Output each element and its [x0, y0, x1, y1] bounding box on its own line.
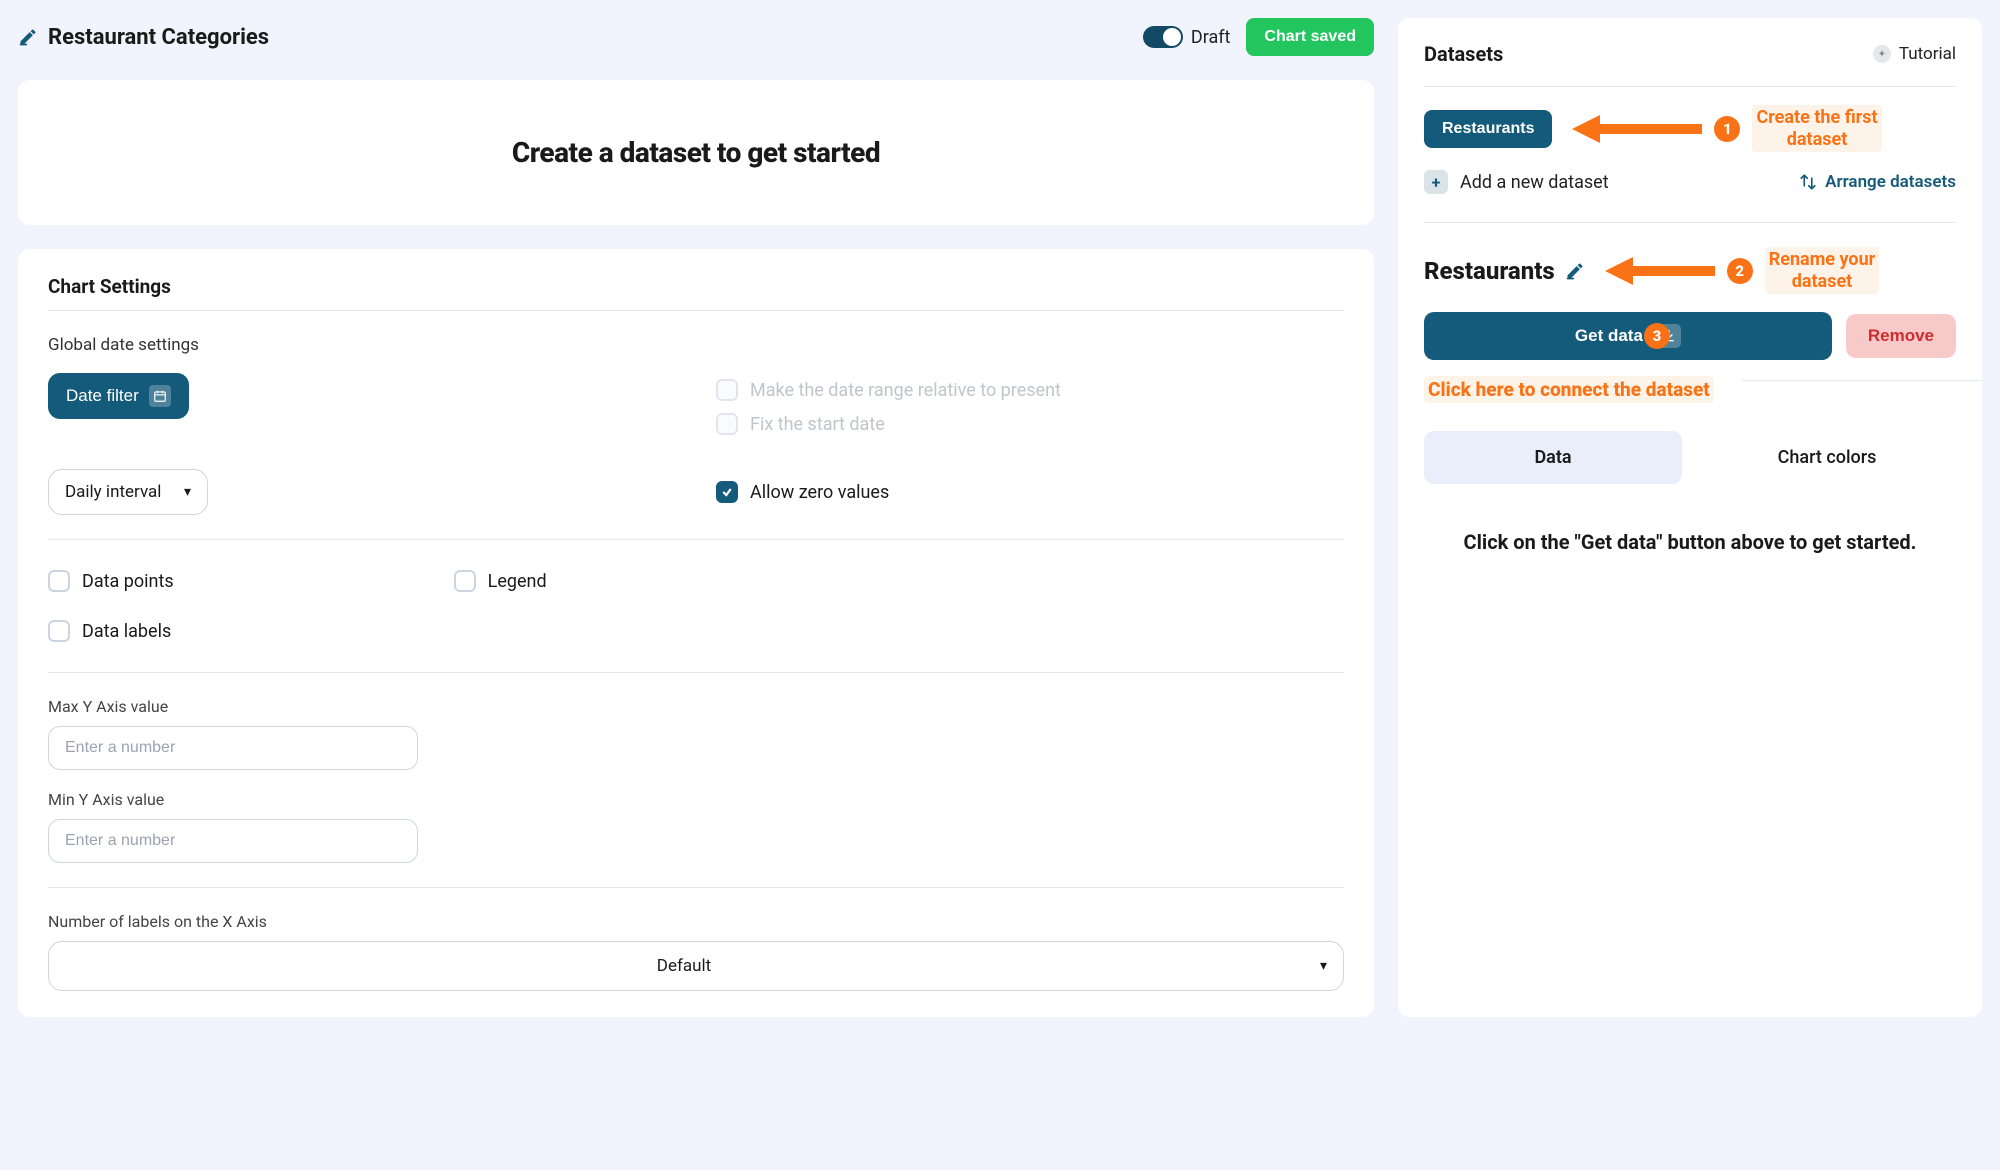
max-y-label: Max Y Axis value — [48, 697, 1344, 716]
min-y-input[interactable] — [48, 819, 418, 863]
empty-state-message: Click on the "Get data" button above to … — [1424, 530, 1956, 554]
tab-chart-colors[interactable]: Chart colors — [1698, 431, 1956, 484]
tab-data[interactable]: Data — [1424, 431, 1682, 484]
fix-start-option: Fix the start date — [716, 407, 1344, 441]
arrange-label: Arrange datasets — [1825, 172, 1956, 192]
remove-dataset-button[interactable]: Remove — [1846, 314, 1956, 358]
checkbox-icon — [716, 379, 738, 401]
data-points-label: Data points — [82, 571, 174, 592]
tutorial-icon: ✦ — [1873, 45, 1891, 63]
checkbox-icon — [48, 570, 70, 592]
xaxis-labels-label: Number of labels on the X Axis — [48, 912, 1344, 931]
global-date-label: Global date settings — [48, 335, 1344, 355]
relative-date-option: Make the date range relative to present — [716, 373, 1344, 407]
chart-saved-button[interactable]: Chart saved — [1246, 18, 1374, 56]
rename-dataset-icon[interactable] — [1565, 261, 1585, 281]
legend-label: Legend — [488, 571, 547, 592]
sort-icon — [1799, 173, 1817, 191]
draft-toggle[interactable] — [1143, 26, 1183, 48]
xaxis-labels-select[interactable]: Default ▾ — [48, 941, 1344, 991]
page-title: Restaurant Categories — [48, 25, 269, 50]
pencil-icon[interactable] — [18, 27, 38, 47]
add-dataset-label: Add a new dataset — [1460, 172, 1609, 193]
chevron-down-icon: ▾ — [1320, 958, 1327, 974]
tutorial-link[interactable]: ✦ Tutorial — [1873, 44, 1956, 64]
checkbox-icon — [48, 620, 70, 642]
callout-2-text: Rename your dataset — [1765, 247, 1880, 294]
chart-settings-card: Chart Settings Global date settings Date… — [18, 249, 1374, 1017]
callout-1-text: Create the first dataset — [1752, 105, 1881, 152]
date-filter-label: Date filter — [66, 386, 139, 406]
dataset-name: Restaurants — [1424, 257, 1555, 285]
chart-settings-title: Chart Settings — [48, 275, 1344, 298]
data-points-option[interactable]: Data points — [48, 564, 174, 598]
min-y-label: Min Y Axis value — [48, 790, 1344, 809]
max-y-input[interactable] — [48, 726, 418, 770]
tutorial-label: Tutorial — [1899, 44, 1956, 64]
datasets-title: Datasets — [1424, 42, 1503, 66]
arrow-left-icon — [1572, 111, 1702, 147]
data-labels-option[interactable]: Data labels — [48, 614, 174, 648]
page-title-wrap: Restaurant Categories — [18, 25, 269, 50]
callout-1: 1 Create the first dataset — [1572, 105, 1881, 152]
get-data-label: Get data — [1575, 326, 1643, 346]
interval-select[interactable]: Daily interval ▾ — [48, 469, 208, 515]
legend-option[interactable]: Legend — [454, 564, 547, 598]
step-badge-2: 2 — [1727, 258, 1753, 284]
get-data-button[interactable]: Get data — [1424, 312, 1832, 360]
relative-date-label: Make the date range relative to present — [750, 380, 1061, 401]
callout-2: 2 Rename your dataset — [1605, 247, 1880, 294]
arrange-datasets-link[interactable]: Arrange datasets — [1799, 172, 1956, 192]
fix-start-label: Fix the start date — [750, 414, 885, 435]
step-badge-3: 3 — [1644, 323, 1670, 349]
banner-card: Create a dataset to get started — [18, 80, 1374, 225]
allow-zero-option[interactable]: Allow zero values — [716, 475, 1344, 509]
checkbox-icon — [716, 413, 738, 435]
interval-label: Daily interval — [65, 482, 161, 502]
arrow-left-icon — [1605, 253, 1715, 289]
allow-zero-label: Allow zero values — [750, 482, 889, 503]
draft-label: Draft — [1191, 27, 1231, 48]
banner-text: Create a dataset to get started — [48, 106, 1344, 199]
step-badge-1: 1 — [1714, 116, 1740, 142]
add-dataset-button[interactable]: + — [1424, 170, 1448, 194]
checkbox-checked-icon — [716, 481, 738, 503]
dataset-chip-restaurants[interactable]: Restaurants — [1424, 110, 1552, 148]
calendar-icon — [149, 385, 171, 407]
datasets-panel: Datasets ✦ Tutorial Restaurants 1 Create… — [1398, 18, 1982, 1017]
topbar: Restaurant Categories Draft Chart saved — [18, 18, 1374, 56]
chevron-down-icon: ▾ — [184, 484, 191, 500]
xaxis-labels-value: Default — [657, 956, 711, 976]
data-labels-label: Data labels — [82, 621, 171, 642]
connect-callout: Click here to connect the dataset — [1424, 376, 1714, 403]
date-filter-button[interactable]: Date filter — [48, 373, 189, 419]
checkbox-icon — [454, 570, 476, 592]
